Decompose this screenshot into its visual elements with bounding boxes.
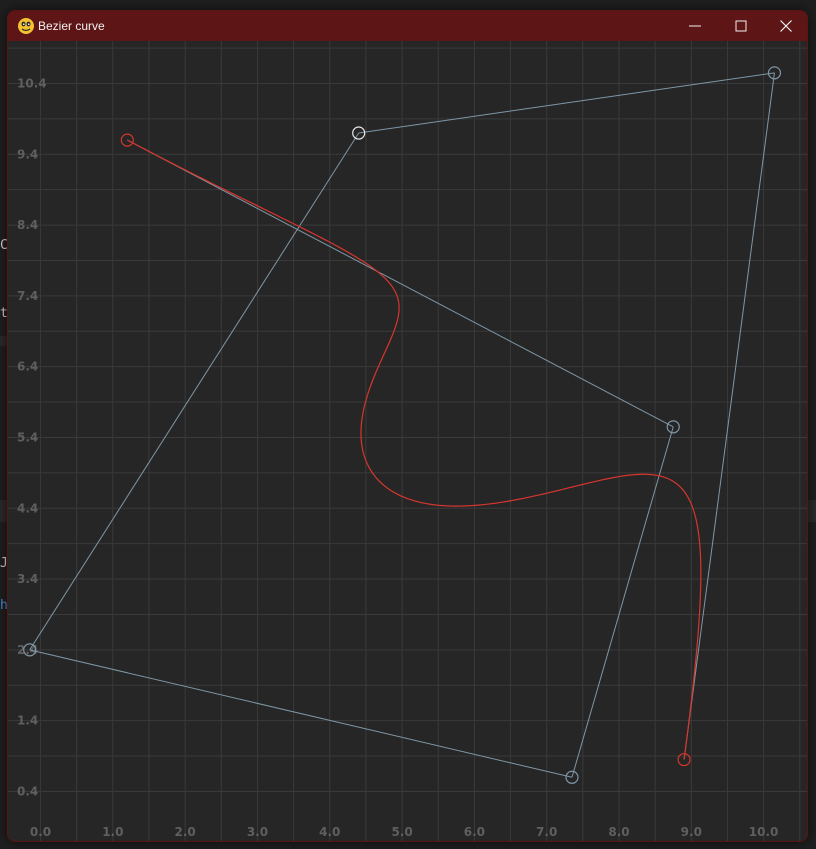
x-tick-label: 1.0	[102, 825, 123, 839]
maximize-button[interactable]	[718, 11, 764, 41]
y-tick-label: 0.4	[17, 784, 38, 798]
y-tick-label: 3.4	[17, 572, 38, 586]
background-strip	[808, 500, 816, 522]
python-snake-icon	[18, 18, 34, 34]
x-tick-label: 4.0	[319, 825, 340, 839]
y-tick-label: 1.4	[17, 714, 38, 728]
x-tick-label: 7.0	[536, 825, 557, 839]
y-tick-label: 6.4	[17, 360, 38, 374]
y-tick-label: 8.4	[17, 218, 38, 232]
y-tick-label: 4.4	[17, 501, 38, 515]
window-title: Bezier curve	[38, 19, 105, 33]
x-tick-label: 10.0	[749, 825, 779, 839]
close-icon	[780, 20, 792, 32]
x-tick-label: 3.0	[247, 825, 268, 839]
x-tick-label: 9.0	[681, 825, 702, 839]
app-window: Bezier curve 0.0 1.0 2.0 3.0 4.0 5.0 6.0 7.0 8.0…	[7, 10, 808, 842]
y-tick-label: 2.4	[17, 643, 38, 657]
y-tick-label: 9.4	[17, 147, 38, 161]
x-tick-label: 2.0	[175, 825, 196, 839]
bezier-plot-canvas[interactable]: 0.0 1.0 2.0 3.0 4.0 5.0 6.0 7.0 8.0 9.0 10.0 0.4 1.4…	[8, 41, 807, 841]
y-tick-label: 7.4	[17, 289, 38, 303]
x-tick-label: 5.0	[391, 825, 412, 839]
minimize-button[interactable]	[672, 11, 718, 41]
x-tick-label: 8.0	[608, 825, 629, 839]
close-button[interactable]	[763, 11, 807, 41]
x-tick-label: 6.0	[464, 825, 485, 839]
y-tick-label: 10.4	[17, 76, 47, 90]
title-bar[interactable]: Bezier curve	[8, 11, 807, 41]
x-tick-label: 0.0	[30, 825, 51, 839]
minimize-icon	[689, 25, 701, 27]
y-tick-label: 5.4	[17, 430, 38, 444]
maximize-icon	[735, 20, 747, 32]
